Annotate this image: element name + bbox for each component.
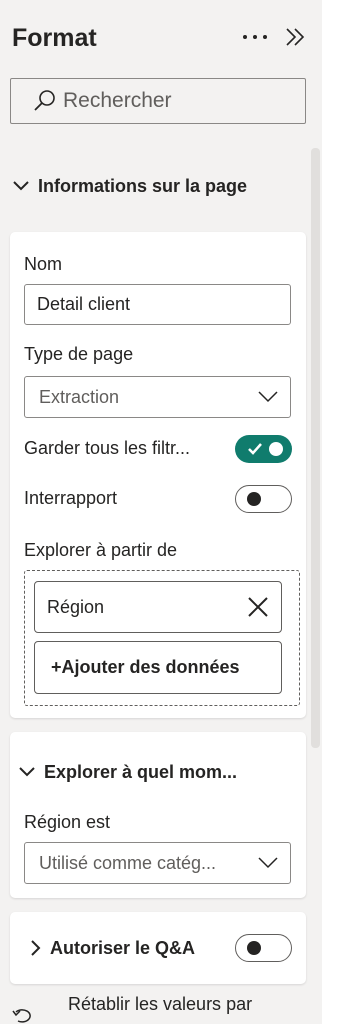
search-icon: [34, 90, 55, 111]
drill-field-pill[interactable]: Région: [34, 581, 282, 633]
page-type-select[interactable]: Extraction: [24, 376, 291, 418]
add-data-label: +Ajouter des données: [51, 657, 240, 677]
scrollbar[interactable]: [311, 148, 320, 748]
section-title: Autoriser le Q&A: [50, 937, 196, 958]
reset-icon: [12, 1008, 34, 1024]
region-usage-select[interactable]: Utilisé comme catég...: [24, 842, 291, 884]
search-input[interactable]: [63, 86, 293, 116]
keep-filters-label: Garder tous les filtr...: [24, 438, 191, 458]
chevron-right-icon: [30, 939, 42, 957]
drill-field-name: Région: [47, 597, 105, 617]
section-header-page-info[interactable]: Informations sur la page: [0, 156, 310, 216]
ellipsis-icon: [243, 35, 267, 39]
drill-when-card: Explorer à quel mom... Région est Utilis…: [10, 732, 306, 898]
close-icon[interactable]: [247, 596, 269, 618]
checkmark-icon: [247, 442, 263, 456]
toggle-knob: [269, 442, 283, 456]
page-type-label: Type de page: [24, 344, 134, 364]
region-label: Région est: [24, 812, 111, 832]
chevron-down-icon: [258, 391, 278, 403]
reset-label: Rétablir les valeurs par: [68, 994, 253, 1014]
collapse-pane-button[interactable]: [280, 24, 310, 50]
add-data-button[interactable]: +Ajouter des données: [34, 641, 282, 694]
section-title: Explorer à quel mom...: [44, 761, 238, 782]
cross-report-toggle[interactable]: [235, 485, 292, 513]
chevron-down-icon: [18, 766, 36, 778]
double-chevron-right-icon: [286, 28, 305, 46]
pane-title: Format: [12, 24, 97, 52]
chevron-down-icon: [258, 857, 278, 869]
search-box[interactable]: [10, 78, 306, 124]
toggle-knob: [247, 492, 261, 506]
page-type-value: Extraction: [39, 387, 120, 407]
canvas-edge: [322, 0, 337, 1024]
qa-toggle[interactable]: [235, 934, 292, 962]
more-options-button[interactable]: [240, 24, 270, 50]
pane-header: Format: [0, 0, 322, 80]
name-label: Nom: [24, 254, 63, 274]
page-name-input[interactable]: [24, 284, 291, 325]
qa-card: Autoriser le Q&A: [10, 912, 306, 984]
section-title: Informations sur la page: [38, 175, 248, 196]
keep-filters-toggle[interactable]: [235, 435, 292, 463]
toggle-knob: [247, 941, 261, 955]
section-header-drill-when[interactable]: Explorer à quel mom...: [6, 742, 302, 802]
region-usage-value: Utilisé comme catég...: [39, 853, 217, 873]
chevron-down-icon: [12, 180, 30, 192]
drill-from-label: Explorer à partir de: [24, 540, 178, 560]
section-header-qa[interactable]: Autoriser le Q&A: [14, 918, 234, 978]
cross-report-label: Interrapport: [24, 488, 118, 508]
reset-defaults[interactable]: Rétablir les valeurs par: [0, 990, 310, 1024]
